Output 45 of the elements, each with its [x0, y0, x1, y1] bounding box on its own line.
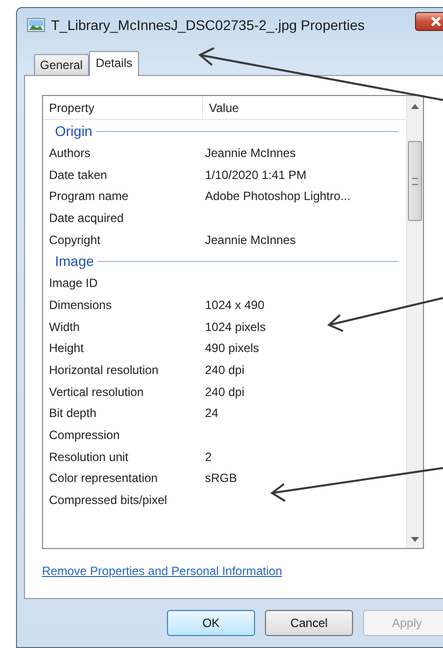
tab[interactable]: Details [88, 51, 140, 76]
close-icon [430, 16, 442, 27]
property-value: 1024 pixels [205, 320, 266, 334]
property-value: 1024 x 490 [205, 298, 264, 312]
property-name: Bit depth [48, 406, 98, 420]
property-name: Image ID [48, 276, 99, 290]
property-name: Height [48, 341, 85, 356]
property-name: Horizontal resolution [48, 363, 160, 378]
window-title: T_Library_McInnesJ_DSC02735-2_.jpg Properties [51, 16, 365, 32]
property-name: Authors [48, 146, 92, 160]
scroll-down-icon[interactable] [411, 537, 419, 542]
property-name: Date taken [48, 168, 108, 182]
property-value: sRGB [205, 471, 238, 486]
remove-properties-link[interactable]: Remove Properties and Personal Information [42, 564, 282, 578]
scroll-up-icon[interactable] [411, 104, 419, 109]
property-value: Jeannie McInnes [205, 232, 296, 247]
dialog-button[interactable]: OK [167, 610, 255, 636]
scrollbar[interactable] [406, 96, 423, 548]
property-value: 490 pixels [205, 341, 260, 356]
close-button[interactable] [415, 12, 443, 31]
tab[interactable]: General [34, 54, 89, 75]
scroll-thumb[interactable] [408, 141, 422, 221]
property-name: Copyright [48, 232, 102, 247]
property-name: Date acquired [48, 210, 125, 225]
image-file-icon [27, 18, 45, 32]
property-name: Compressed bits/pixel [48, 493, 168, 508]
property-name: Vertical resolution [48, 384, 145, 399]
group-heading: Image [55, 253, 94, 270]
property-name: Color representation [48, 471, 159, 486]
property-name: Compression [48, 428, 121, 442]
property-value: Adobe Photoshop Lightro... [205, 189, 350, 204]
property-value: 240 dpi [205, 384, 244, 399]
group-heading: Origin [55, 123, 92, 139]
property-value: 24 [205, 406, 218, 420]
property-name: Dimensions [48, 298, 113, 312]
dialog-button[interactable]: Cancel [265, 610, 353, 636]
property-value: 240 dpi [205, 363, 244, 378]
property-name: Width [48, 320, 81, 334]
column-header[interactable]: Property [43, 96, 203, 119]
property-name: Program name [48, 189, 130, 204]
property-name: Resolution unit [48, 450, 130, 464]
property-value: 1/10/2020 1:41 PM [205, 168, 306, 182]
property-value: Jeannie McInnes [205, 146, 296, 160]
property-value: 2 [205, 450, 212, 464]
column-header[interactable]: Value [203, 96, 398, 119]
